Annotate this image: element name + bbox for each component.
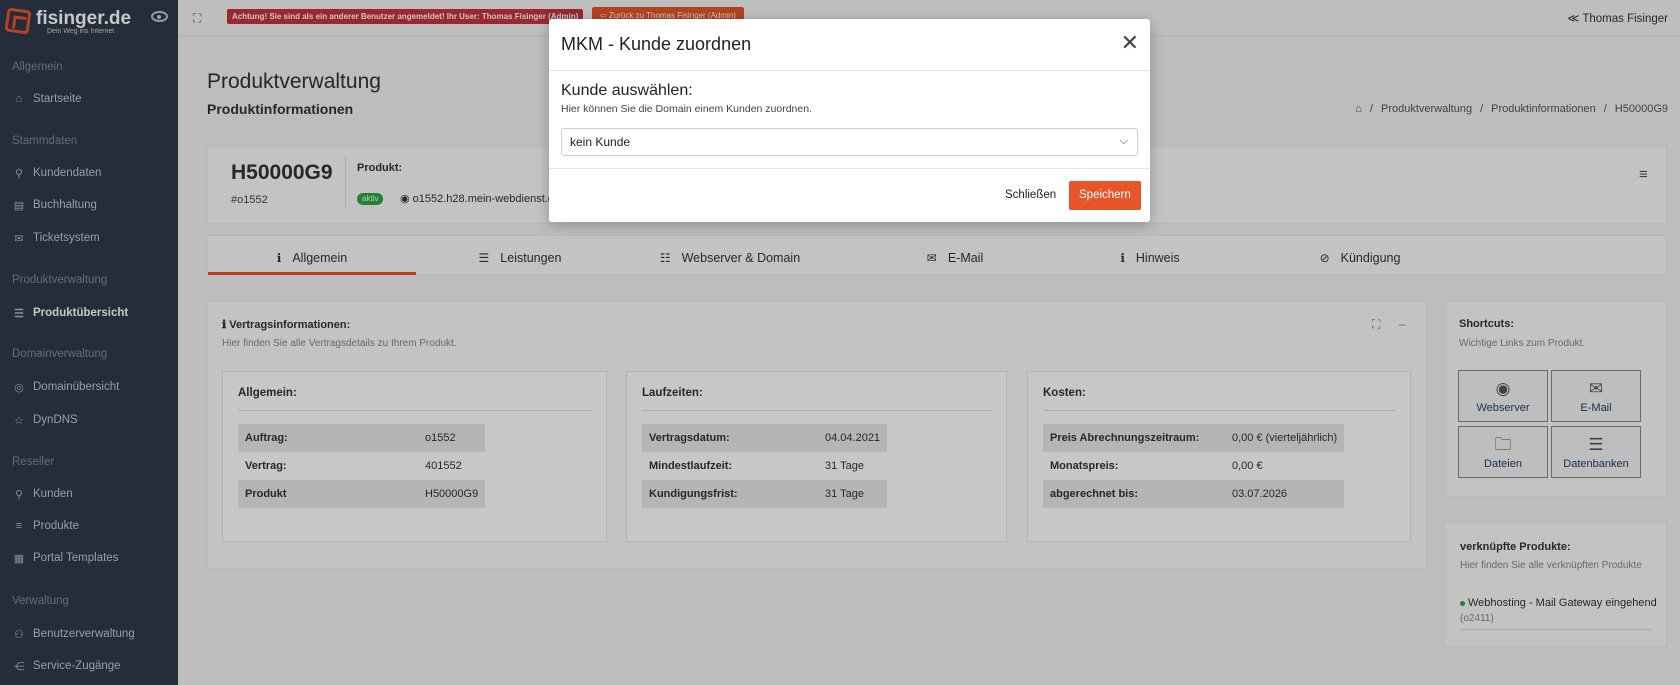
close-button[interactable]: Schließen <box>997 181 1065 209</box>
close-icon[interactable]: ✕ <box>1121 32 1139 54</box>
customer-select-value: kein Kunde <box>570 135 631 149</box>
customer-select[interactable]: kein Kunde ⌵ <box>561 128 1138 156</box>
divider <box>549 168 1150 169</box>
modal-heading: Kunde auswählen: <box>561 82 693 99</box>
divider <box>549 70 1150 71</box>
chevron-down-icon: ⌵ <box>1119 135 1128 147</box>
save-button[interactable]: Speichern <box>1069 181 1141 210</box>
modal-title: MKM - Kunde zuordnen <box>561 34 752 54</box>
modal-subtitle: Hier können Sie die Domain einem Kunden … <box>561 103 812 115</box>
assign-customer-modal: MKM - Kunde zuordnen ✕ Kunde auswählen: … <box>549 19 1150 222</box>
